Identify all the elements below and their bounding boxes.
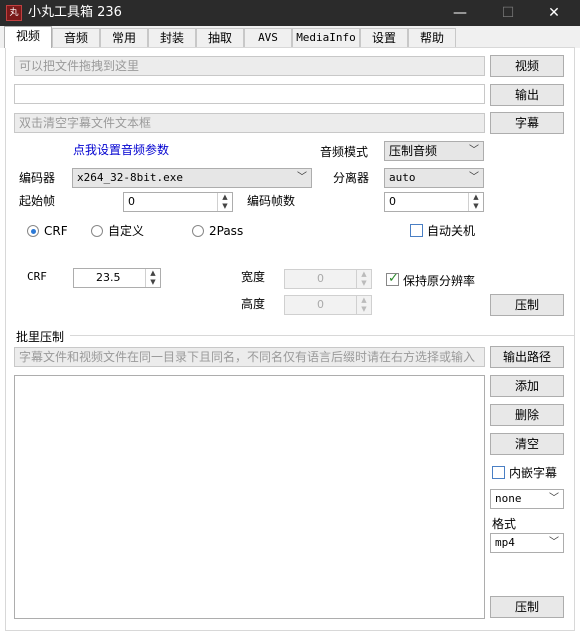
- crf-value: 23.5: [96, 271, 121, 284]
- audio-mode-select[interactable]: 压制音频 ﹀: [384, 141, 484, 161]
- batch-divider: [70, 335, 575, 336]
- splitter-select[interactable]: auto ﹀: [384, 168, 484, 188]
- app-icon: 丸: [6, 5, 22, 21]
- batch-encode-button[interactable]: 压制: [490, 596, 564, 618]
- encoder-value: x264_32-8bit.exe: [77, 171, 183, 184]
- encode-button[interactable]: 压制: [490, 294, 564, 316]
- height-value: 0: [317, 298, 324, 311]
- radio-custom-label: 自定义: [108, 224, 145, 238]
- subtitle-lang-select[interactable]: none ﹀: [490, 489, 564, 509]
- batch-file-list[interactable]: [14, 375, 485, 619]
- output-file-input[interactable]: [14, 84, 485, 104]
- tab-help[interactable]: 帮助: [408, 28, 456, 47]
- stepper-arrows[interactable]: ▲ ▼: [217, 193, 232, 211]
- subtitle-lang-value: none: [495, 492, 522, 505]
- stepper-down-icon[interactable]: ▼: [218, 202, 232, 211]
- tab-settings[interactable]: 设置: [360, 28, 408, 47]
- keep-resolution-checkbox[interactable]: ✓: [386, 271, 399, 286]
- stepper-up-icon[interactable]: ▲: [357, 296, 371, 305]
- audio-mode-label: 音频模式: [320, 145, 369, 159]
- tab-avs[interactable]: AVS: [244, 28, 292, 47]
- stepper-up-icon[interactable]: ▲: [146, 269, 160, 278]
- width-value: 0: [317, 272, 324, 285]
- chevron-down-icon: ﹀: [549, 493, 559, 504]
- radio-crf[interactable]: [27, 225, 39, 237]
- video-button[interactable]: 视频: [490, 55, 564, 77]
- format-value: mp4: [495, 536, 515, 549]
- close-button[interactable]: ✕: [531, 0, 577, 26]
- minimize-button[interactable]: —: [437, 0, 483, 26]
- clear-button[interactable]: 清空: [490, 433, 564, 455]
- radio-crf-label: CRF: [44, 224, 68, 238]
- stepper-arrows[interactable]: ▲ ▼: [356, 270, 371, 288]
- audio-mode-value: 压制音频: [389, 144, 438, 158]
- window-title: 小丸工具箱 236: [28, 5, 122, 20]
- stepper-arrows[interactable]: ▲ ▼: [356, 296, 371, 314]
- output-button[interactable]: 输出: [490, 84, 564, 106]
- checkmark-icon: ✓: [388, 271, 399, 286]
- height-stepper[interactable]: 0 ▲ ▼: [284, 295, 372, 315]
- width-label: 宽度: [241, 270, 266, 284]
- start-frame-label: 起始帧: [19, 194, 56, 208]
- height-label: 高度: [241, 297, 266, 311]
- splitter-label: 分离器: [333, 171, 370, 185]
- subtitle-file-input[interactable]: 双击清空字幕文件文本框: [14, 113, 485, 133]
- radio-2pass-label: 2Pass: [209, 224, 244, 238]
- stepper-down-icon[interactable]: ▼: [469, 202, 483, 211]
- add-button[interactable]: 添加: [490, 375, 564, 397]
- chevron-down-icon: ﹀: [469, 145, 479, 156]
- chevron-down-icon: ﹀: [297, 172, 307, 183]
- encoder-label: 编码器: [19, 171, 56, 185]
- splitter-value: auto: [389, 171, 416, 184]
- tab-bar: 视频 音频 常用 封装 抽取 AVS MediaInfo 设置 帮助: [0, 26, 580, 48]
- start-frame-value: 0: [128, 195, 135, 208]
- frame-count-value: 0: [389, 195, 396, 208]
- tab-video[interactable]: 视频: [4, 26, 52, 48]
- radio-custom[interactable]: [91, 225, 103, 237]
- subtitle-button[interactable]: 字幕: [490, 112, 564, 134]
- start-frame-stepper[interactable]: 0 ▲ ▼: [123, 192, 233, 212]
- chevron-down-icon: ﹀: [549, 537, 559, 548]
- radio-2pass[interactable]: [192, 225, 204, 237]
- stepper-down-icon[interactable]: ▼: [357, 305, 371, 314]
- tab-audio[interactable]: 音频: [52, 28, 100, 47]
- embed-subtitle-label: 内嵌字幕: [509, 466, 558, 480]
- frame-count-stepper[interactable]: 0 ▲ ▼: [384, 192, 484, 212]
- output-path-button[interactable]: 输出路径: [490, 346, 564, 368]
- embed-subtitle-checkbox[interactable]: [492, 466, 505, 479]
- batch-section-title: 批里压制: [16, 328, 69, 346]
- crf-label: CRF: [27, 270, 47, 283]
- maximize-button[interactable]: ☐: [485, 0, 531, 26]
- stepper-down-icon[interactable]: ▼: [146, 278, 160, 287]
- auto-shutdown-label: 自动关机: [427, 224, 476, 238]
- video-file-input[interactable]: 可以把文件拖拽到这里: [14, 56, 485, 76]
- frame-count-label: 编码帧数: [247, 194, 296, 208]
- title-bar: 丸 小丸工具箱 236 — ☐ ✕: [0, 0, 580, 26]
- format-select[interactable]: mp4 ﹀: [490, 533, 564, 553]
- crf-stepper[interactable]: 23.5 ▲ ▼: [73, 268, 161, 288]
- tab-mux[interactable]: 封装: [148, 28, 196, 47]
- stepper-up-icon[interactable]: ▲: [469, 193, 483, 202]
- stepper-up-icon[interactable]: ▲: [357, 270, 371, 279]
- batch-hint-input[interactable]: 字幕文件和视频文件在同一目录下且同名，不同名仅有语言后缀时请在右方选择或输入: [14, 347, 485, 367]
- stepper-down-icon[interactable]: ▼: [357, 279, 371, 288]
- stepper-arrows[interactable]: ▲ ▼: [145, 269, 160, 287]
- format-label: 格式: [492, 517, 517, 531]
- stepper-up-icon[interactable]: ▲: [218, 193, 232, 202]
- keep-resolution-label: 保持原分辨率: [403, 274, 476, 288]
- tab-mediainfo[interactable]: MediaInfo: [292, 28, 360, 47]
- width-stepper[interactable]: 0 ▲ ▼: [284, 269, 372, 289]
- tab-common[interactable]: 常用: [100, 28, 148, 47]
- auto-shutdown-checkbox[interactable]: [410, 224, 423, 237]
- encoder-select[interactable]: x264_32-8bit.exe ﹀: [72, 168, 312, 188]
- tab-extract[interactable]: 抽取: [196, 28, 244, 47]
- audio-params-link[interactable]: 点我设置音频参数: [73, 141, 169, 159]
- delete-button[interactable]: 删除: [490, 404, 564, 426]
- stepper-arrows[interactable]: ▲ ▼: [468, 193, 483, 211]
- chevron-down-icon: ﹀: [469, 172, 479, 183]
